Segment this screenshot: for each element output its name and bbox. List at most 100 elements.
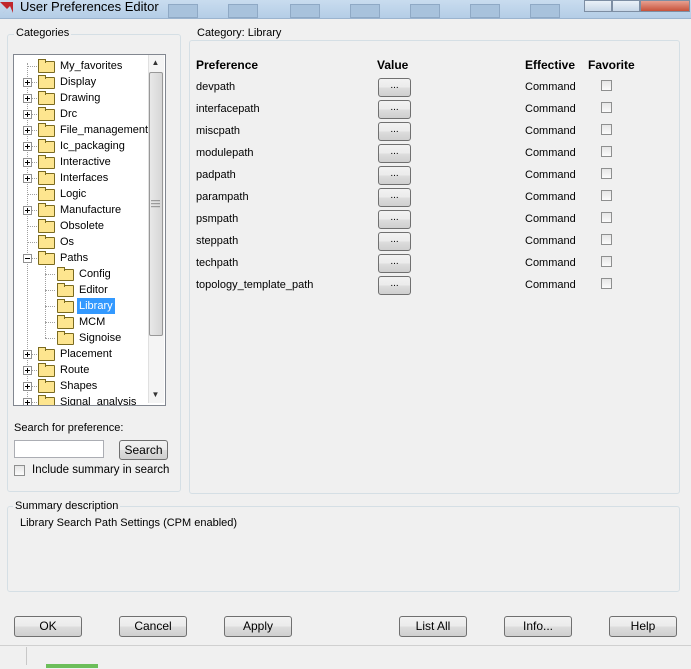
folder-icon: [57, 315, 74, 329]
background-window-strip: [168, 4, 198, 18]
tree-item-label: Paths: [60, 252, 89, 264]
include-summary-label: Include summary in search: [32, 464, 170, 476]
favorite-checkbox[interactable]: [601, 168, 612, 179]
folder-icon: [38, 59, 55, 73]
tree-item-paths[interactable]: Paths: [14, 250, 154, 266]
minimize-button[interactable]: [584, 0, 612, 12]
tree-item-my-favorites[interactable]: My_favorites: [14, 58, 154, 74]
tree-item-file-management[interactable]: File_management: [14, 122, 154, 138]
expand-icon[interactable]: [23, 78, 32, 87]
tree-item-signoise[interactable]: Signoise: [14, 330, 154, 346]
expand-icon[interactable]: [23, 126, 32, 135]
maximize-button[interactable]: [612, 0, 640, 12]
expand-icon[interactable]: [23, 142, 32, 151]
cancel-button[interactable]: Cancel: [119, 616, 187, 637]
ok-button[interactable]: OK: [14, 616, 82, 637]
tree-item-label: MCM: [79, 316, 106, 328]
scroll-up-arrow-icon[interactable]: ▲: [148, 56, 163, 70]
preference-effective: Command: [525, 125, 576, 137]
tree-item-label: Manufacture: [60, 204, 122, 216]
folder-icon: [38, 187, 55, 201]
expand-icon[interactable]: [23, 110, 32, 119]
preference-value-button[interactable]: ...: [378, 78, 411, 97]
expand-icon[interactable]: [23, 350, 32, 359]
expand-icon[interactable]: [23, 382, 32, 391]
collapse-icon[interactable]: [23, 254, 32, 263]
category-tree[interactable]: My_favorites Display Drawing Drc File_manage…: [13, 54, 166, 406]
preference-value-button[interactable]: ...: [378, 100, 411, 119]
folder-icon: [38, 219, 55, 233]
tree-item-label: Interactive: [60, 156, 111, 168]
tree-item-shapes[interactable]: Shapes: [14, 378, 154, 394]
tree-item-display[interactable]: Display: [14, 74, 154, 90]
search-input[interactable]: [14, 440, 104, 458]
expand-icon[interactable]: [23, 366, 32, 375]
list-all-button[interactable]: List All: [399, 616, 467, 637]
expand-icon[interactable]: [23, 398, 32, 405]
favorite-checkbox[interactable]: [601, 278, 612, 289]
preference-value-button[interactable]: ...: [378, 122, 411, 141]
folder-icon: [38, 203, 55, 217]
tree-item-config[interactable]: Config: [14, 266, 154, 282]
help-button[interactable]: Help: [609, 616, 677, 637]
preference-value-button[interactable]: ...: [378, 166, 411, 185]
tree-item-drawing[interactable]: Drawing: [14, 90, 154, 106]
favorite-checkbox[interactable]: [601, 256, 612, 267]
tree-connector-line: [27, 66, 37, 67]
scroll-down-arrow-icon[interactable]: ▼: [148, 388, 163, 402]
favorite-checkbox[interactable]: [601, 102, 612, 113]
tree-connector-line: [27, 226, 37, 227]
favorite-checkbox[interactable]: [601, 190, 612, 201]
tree-item-logic[interactable]: Logic: [14, 186, 154, 202]
tree-item-drc[interactable]: Drc: [14, 106, 154, 122]
tree-item-os[interactable]: Os: [14, 234, 154, 250]
include-summary-checkbox[interactable]: [14, 465, 25, 476]
tree-item-label: Signoise: [79, 332, 122, 344]
apply-button[interactable]: Apply: [224, 616, 292, 637]
tree-connector-line: [45, 322, 55, 323]
expand-icon[interactable]: [23, 94, 32, 103]
preference-value-button[interactable]: ...: [378, 232, 411, 251]
tree-item-interfaces[interactable]: Interfaces: [14, 170, 154, 186]
favorite-checkbox[interactable]: [601, 80, 612, 91]
preference-name: topology_template_path: [196, 279, 314, 291]
favorite-checkbox[interactable]: [601, 124, 612, 135]
tree-item-interactive[interactable]: Interactive: [14, 154, 154, 170]
preference-value-button[interactable]: ...: [378, 254, 411, 273]
preference-value-button[interactable]: ...: [378, 188, 411, 207]
search-button[interactable]: Search: [119, 440, 168, 460]
folder-icon: [38, 171, 55, 185]
close-button[interactable]: [640, 0, 690, 12]
preference-name: interfacepath: [196, 103, 260, 115]
tree-item-placement[interactable]: Placement: [14, 346, 154, 362]
tree-item-obsolete[interactable]: Obsolete: [14, 218, 154, 234]
tree-item-label: Config: [79, 268, 111, 280]
tree-item-library[interactable]: Library: [14, 298, 154, 314]
column-header-preference: Preference: [196, 58, 259, 72]
favorite-checkbox[interactable]: [601, 212, 612, 223]
preference-value-button[interactable]: ...: [378, 144, 411, 163]
tree-item-signal-analysis[interactable]: Signal_analysis: [14, 394, 154, 405]
expand-icon[interactable]: [23, 206, 32, 215]
favorite-checkbox[interactable]: [601, 146, 612, 157]
tree-item-label: Library: [77, 298, 115, 314]
tree-item-manufacture[interactable]: Manufacture: [14, 202, 154, 218]
column-header-effective: Effective: [525, 58, 576, 72]
folder-icon: [38, 75, 55, 89]
summary-group-title: Summary description: [13, 500, 121, 512]
tree-item-editor[interactable]: Editor: [14, 282, 154, 298]
expand-icon[interactable]: [23, 174, 32, 183]
tree-item-label: Display: [60, 76, 97, 88]
favorite-checkbox[interactable]: [601, 234, 612, 245]
info-button[interactable]: Info...: [504, 616, 572, 637]
tree-item-label: Editor: [79, 284, 108, 296]
expand-icon[interactable]: [23, 158, 32, 167]
folder-icon: [38, 347, 55, 361]
tree-item-route[interactable]: Route: [14, 362, 154, 378]
tree-item-mcm[interactable]: MCM: [14, 314, 154, 330]
preference-value-button[interactable]: ...: [378, 276, 411, 295]
preference-effective: Command: [525, 81, 576, 93]
tree-item-ic-packaging[interactable]: Ic_packaging: [14, 138, 154, 154]
folder-icon: [38, 123, 55, 137]
preference-value-button[interactable]: ...: [378, 210, 411, 229]
